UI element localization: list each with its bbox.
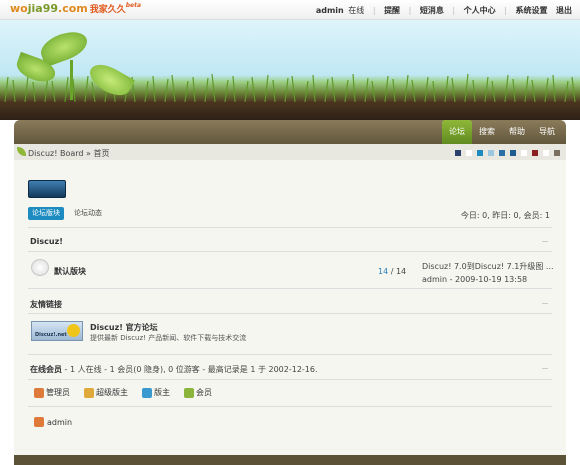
tab-forum-sections[interactable]: 论坛版块 xyxy=(28,207,64,220)
theme-swatch[interactable] xyxy=(554,150,560,156)
divider xyxy=(28,251,552,252)
forum-logo[interactable] xyxy=(28,180,66,198)
topic-count: 14 xyxy=(378,267,389,276)
collapse-toggle[interactable] xyxy=(542,241,548,242)
theme-swatch[interactable] xyxy=(499,150,505,156)
divider xyxy=(28,288,552,289)
theme-swatch[interactable] xyxy=(532,150,538,156)
footer-bar xyxy=(14,455,566,465)
settings-link[interactable]: 系统设置 xyxy=(515,6,547,15)
divider xyxy=(28,406,552,407)
last-post-title[interactable]: Discuz! 7.0到Discuz! 7.1升级图 ... xyxy=(422,260,554,273)
legend-label: 会员 xyxy=(196,388,212,397)
theme-swatch[interactable] xyxy=(510,150,516,156)
nav-separator: | xyxy=(372,6,376,15)
legend-item: 管理员 xyxy=(34,387,70,398)
collapse-toggle[interactable] xyxy=(542,303,548,304)
sprout-stem xyxy=(70,60,73,100)
breadcrumb[interactable]: Discuz! Board » 首页 xyxy=(28,148,109,159)
site-logo[interactable]: wojia99.com 我家久久beta xyxy=(10,2,141,15)
online-text: - 1 人在线 - 1 会员(0 隐身), 0 位游客 - 最高记录是 1 于 … xyxy=(62,365,318,374)
top-nav: admin 在线 | 提醒 | 短消息 | 个人中心 | 系统设置 退出 xyxy=(310,5,572,16)
online-username[interactable]: admin xyxy=(47,418,72,427)
user-group-icon xyxy=(142,387,152,398)
count-separator: / xyxy=(388,267,396,276)
grass-decoration xyxy=(4,73,576,102)
header-banner xyxy=(0,20,580,120)
logo-text: Discuz!.net xyxy=(35,332,67,338)
messages-link[interactable]: 短消息 xyxy=(420,6,444,15)
logo-cn: 我家久久 xyxy=(89,5,126,15)
forum-counts: 14 / 14 xyxy=(378,267,406,276)
username-link[interactable]: admin xyxy=(316,6,344,15)
divider xyxy=(28,227,552,228)
category-title[interactable]: Discuz! xyxy=(30,237,63,246)
discuz-link-logo[interactable]: Discuz!.net xyxy=(31,321,83,341)
user-group-icon xyxy=(184,387,194,398)
theme-swatch[interactable] xyxy=(521,150,527,156)
last-post-meta[interactable]: admin - 2009-10-19 13:58 xyxy=(422,273,554,286)
theme-swatch[interactable] xyxy=(488,150,494,156)
star-icon xyxy=(67,324,80,337)
divider xyxy=(28,379,552,380)
top-bar: wojia99.com 我家久久beta admin 在线 | 提醒 | 短消息 … xyxy=(0,0,580,20)
nav-tab-navigation[interactable]: 导航 xyxy=(532,120,562,144)
user-group-legend: 管理员 超级版主 版主 会员 xyxy=(34,387,212,398)
legend-label: 超级版主 xyxy=(96,388,128,397)
links-title: 友情链接 xyxy=(30,300,62,309)
user-center-link[interactable]: 个人中心 xyxy=(464,6,496,15)
legend-label: 管理员 xyxy=(46,388,70,397)
legend-item: 超级版主 xyxy=(84,387,128,398)
nav-tab-forum[interactable]: 论坛 xyxy=(442,120,472,144)
logo-part1: wo xyxy=(10,2,28,15)
forum-stats: 今日: 0, 昨日: 0, 会员: 1 xyxy=(460,211,550,220)
forum-name[interactable]: 默认版块 xyxy=(54,266,86,277)
divider xyxy=(28,313,552,314)
theme-swatch[interactable] xyxy=(466,150,472,156)
link-description: 提供最新 Discuz! 产品新闻、软件下载与技术交流 xyxy=(90,334,247,342)
online-label: 在线会员 xyxy=(30,365,62,374)
logout-link[interactable]: 退出 xyxy=(556,6,572,15)
main-nav: 论坛 搜索 帮助 导航 xyxy=(14,120,566,144)
post-count: 14 xyxy=(395,267,407,276)
logo-beta: beta xyxy=(125,2,142,9)
tab-forum-activity[interactable]: 论坛动态 xyxy=(70,207,106,220)
main-panel: 论坛 搜索 帮助 导航 Discuz! Board » 首页 论坛版块 论坛动态… xyxy=(14,120,566,465)
online-summary: 在线会员 - 1 人在线 - 1 会员(0 隐身), 0 位游客 - 最高记录是… xyxy=(30,364,318,375)
online-status: 在线 xyxy=(348,6,365,15)
nav-separator: | xyxy=(452,6,456,15)
divider xyxy=(28,354,552,355)
legend-item: 会员 xyxy=(184,387,212,398)
theme-color-picker xyxy=(455,150,560,156)
nav-separator: | xyxy=(408,6,412,15)
theme-swatch[interactable] xyxy=(543,150,549,156)
last-post: Discuz! 7.0到Discuz! 7.1升级图 ... admin - 2… xyxy=(422,260,554,286)
theme-swatch[interactable] xyxy=(477,150,483,156)
logo-part3: .com xyxy=(58,2,88,15)
nav-separator: | xyxy=(504,6,507,15)
notifications-link[interactable]: 提醒 xyxy=(384,6,400,15)
forum-status-icon xyxy=(31,259,49,276)
online-user[interactable]: admin xyxy=(34,417,72,427)
legend-item: 版主 xyxy=(142,387,170,398)
leaf-icon xyxy=(17,147,26,156)
user-icon xyxy=(34,417,44,427)
nav-tab-search[interactable]: 搜索 xyxy=(472,120,502,144)
logo-part2: jia99 xyxy=(27,2,59,15)
user-group-icon xyxy=(84,387,94,398)
collapse-toggle[interactable] xyxy=(542,368,548,369)
theme-swatch[interactable] xyxy=(455,150,461,156)
user-group-icon xyxy=(34,387,44,398)
legend-label: 版主 xyxy=(154,388,170,397)
nav-tab-help[interactable]: 帮助 xyxy=(502,120,532,144)
breadcrumb-bar: Discuz! Board » 首页 xyxy=(14,144,566,160)
link-name[interactable]: Discuz! 官方论坛 xyxy=(90,322,158,333)
